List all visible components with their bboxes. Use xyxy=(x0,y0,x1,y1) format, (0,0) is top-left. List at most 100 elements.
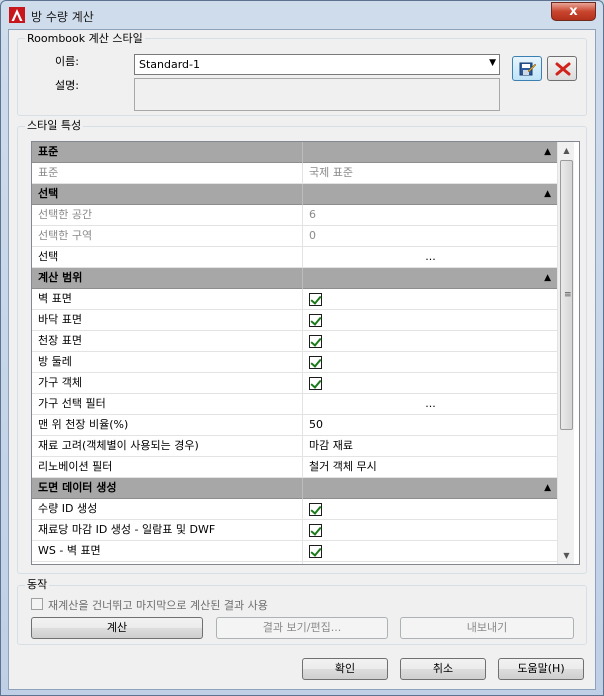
ok-button[interactable]: 확인 xyxy=(302,658,388,680)
property-name: 선택한 구역 xyxy=(32,226,303,247)
property-category-row[interactable]: 계산 범위 ▲ xyxy=(32,268,557,289)
property-value xyxy=(304,310,557,331)
property-value xyxy=(304,373,557,394)
property-row[interactable]: 천장 표면 xyxy=(32,331,557,352)
vertical-scrollbar[interactable]: ▲ ≡ ▼ xyxy=(557,142,574,564)
property-row[interactable]: 방 둘레 xyxy=(32,352,557,373)
category-label: 계산 범위 xyxy=(32,268,303,289)
scroll-grip-icon: ≡ xyxy=(564,290,572,300)
property-row[interactable]: 선택한 구역 0 xyxy=(32,226,557,247)
delete-icon xyxy=(555,62,571,76)
description-field[interactable] xyxy=(134,78,500,111)
properties-group-title: 스타일 특성 xyxy=(25,119,84,132)
checked-checkbox-icon[interactable] xyxy=(309,335,322,348)
property-value xyxy=(304,520,557,541)
property-row[interactable]: 가구 선택 필터... xyxy=(32,394,557,415)
close-icon: x xyxy=(569,4,578,19)
checked-checkbox-icon[interactable] xyxy=(309,524,322,537)
collapse-arrow-icon[interactable]: ▲ xyxy=(304,478,557,499)
description-label: 설명: xyxy=(55,79,79,92)
property-name: 표준 xyxy=(32,163,303,184)
property-row[interactable]: 벽 표면 xyxy=(32,289,557,310)
property-value xyxy=(304,562,557,564)
checked-checkbox-icon[interactable] xyxy=(309,314,322,327)
help-button[interactable]: 도움말(H) xyxy=(498,658,584,680)
property-name: WS - 벽 표면 xyxy=(32,541,303,562)
property-rows: 표준 ▲ 표준 국제 표준 선택 ▲ 선택한 공간 6 선택한 구역 0 선택... 계산 범위 ▲ 벽 … xyxy=(32,142,557,564)
property-row[interactable]: 가구 객체 xyxy=(32,373,557,394)
cancel-button[interactable]: 취소 xyxy=(400,658,486,680)
style-group-title: Roombook 계산 스타일 xyxy=(25,32,145,45)
style-name-value: Standard-1 xyxy=(139,58,201,71)
property-row[interactable]: 표준 국제 표준 xyxy=(32,163,557,184)
chevron-down-icon: ▼ xyxy=(489,58,496,68)
checked-checkbox-icon[interactable] xyxy=(309,356,322,369)
property-row[interactable]: 재료당 마감 ID 생성 - 일람표 및 DWF xyxy=(32,520,557,541)
category-label: 도면 데이터 생성 xyxy=(32,478,303,499)
property-value: 6 xyxy=(309,208,316,221)
view-edit-results-button[interactable]: 결과 보기/편집... xyxy=(216,617,388,639)
property-row[interactable]: 선택... xyxy=(32,247,557,268)
property-value: 국제 표준 xyxy=(309,166,353,179)
checked-checkbox-icon[interactable] xyxy=(309,503,322,516)
property-name: 선택 xyxy=(32,247,303,268)
property-name: 천장 표면 xyxy=(32,331,303,352)
ellipsis-button[interactable]: ... xyxy=(304,247,557,268)
style-name-dropdown[interactable]: Standard-1 ▼ xyxy=(134,54,500,75)
property-name: 수량 ID 생성 xyxy=(32,499,303,520)
property-value: 마감 재료 xyxy=(309,439,353,452)
property-category-row[interactable]: 도면 데이터 생성 ▲ xyxy=(32,478,557,499)
property-value xyxy=(304,541,557,562)
property-row[interactable]: 수량 ID 생성 xyxy=(32,499,557,520)
skip-recalc-checkbox[interactable] xyxy=(31,598,43,610)
name-label: 이름: xyxy=(55,55,79,68)
collapse-arrow-icon[interactable]: ▲ xyxy=(304,268,557,289)
collapse-arrow-icon[interactable]: ▲ xyxy=(304,184,557,205)
save-edit-icon xyxy=(519,62,537,76)
scroll-down-icon[interactable]: ▼ xyxy=(558,547,575,564)
dialog-window: 방 수량 계산 x Roombook 계산 스타일 이름: Standard-1… xyxy=(0,0,604,696)
property-value xyxy=(304,331,557,352)
export-button[interactable]: 내보내기 xyxy=(400,617,574,639)
checked-checkbox-icon[interactable] xyxy=(309,377,322,390)
property-row[interactable]: 재료 고려(객체별이 사용되는 경우) 마감 재료 xyxy=(32,436,557,457)
property-value xyxy=(304,352,557,373)
checked-checkbox-icon[interactable] xyxy=(309,293,322,306)
property-value xyxy=(304,289,557,310)
property-name: 재료당 마감 ID 생성 - 일람표 및 DWF xyxy=(32,520,303,541)
property-name: 바닥 표면 xyxy=(32,310,303,331)
property-category-row[interactable]: 선택 ▲ xyxy=(32,184,557,205)
checked-checkbox-icon[interactable] xyxy=(309,545,322,558)
window-title: 방 수량 계산 xyxy=(31,10,94,24)
delete-style-button[interactable] xyxy=(547,56,577,81)
scroll-up-icon[interactable]: ▲ xyxy=(558,142,575,159)
calculate-button[interactable]: 계산 xyxy=(31,617,203,639)
category-label: 선택 xyxy=(32,184,303,205)
property-name: 가구 객체 xyxy=(32,373,303,394)
property-row[interactable]: FS - 바닥 표면 xyxy=(32,562,557,564)
property-row[interactable]: 선택한 공간 6 xyxy=(32,205,557,226)
property-row[interactable]: 바닥 표면 xyxy=(32,310,557,331)
save-style-button[interactable] xyxy=(512,56,542,81)
property-name: 재료 고려(객체별이 사용되는 경우) xyxy=(32,436,303,457)
property-row[interactable]: WS - 벽 표면 xyxy=(32,541,557,562)
scroll-thumb[interactable]: ≡ xyxy=(560,160,573,430)
property-grid[interactable]: 표준 ▲ 표준 국제 표준 선택 ▲ 선택한 공간 6 선택한 구역 0 선택... 계산 범위 ▲ 벽 … xyxy=(31,141,580,565)
property-category-row[interactable]: 표준 ▲ xyxy=(32,142,557,163)
collapse-arrow-icon[interactable]: ▲ xyxy=(304,142,557,163)
title-bar[interactable]: 방 수량 계산 x xyxy=(1,1,603,29)
ellipsis-button[interactable]: ... xyxy=(304,394,557,415)
autocad-logo-icon xyxy=(9,7,25,23)
dialog-client-area: Roombook 계산 스타일 이름: Standard-1 ▼ 설명: 스타일… xyxy=(8,29,596,690)
category-label: 표준 xyxy=(32,142,303,163)
property-row[interactable]: 맨 위 천장 비율(%) 50 xyxy=(32,415,557,436)
property-name: 맨 위 천장 비율(%) xyxy=(32,415,303,436)
property-name: 선택한 공간 xyxy=(32,205,303,226)
property-value: 50 xyxy=(309,418,323,431)
property-value: 0 xyxy=(309,229,316,242)
action-group-title: 동작 xyxy=(25,578,50,591)
property-name: FS - 바닥 표면 xyxy=(32,562,303,564)
skip-recalc-label: 재계산을 건너뛰고 마지막으로 계산된 결과 사용 xyxy=(48,599,268,612)
window-close-button[interactable]: x xyxy=(551,2,596,21)
property-row[interactable]: 리노베이션 필터 철거 객체 무시 xyxy=(32,457,557,478)
